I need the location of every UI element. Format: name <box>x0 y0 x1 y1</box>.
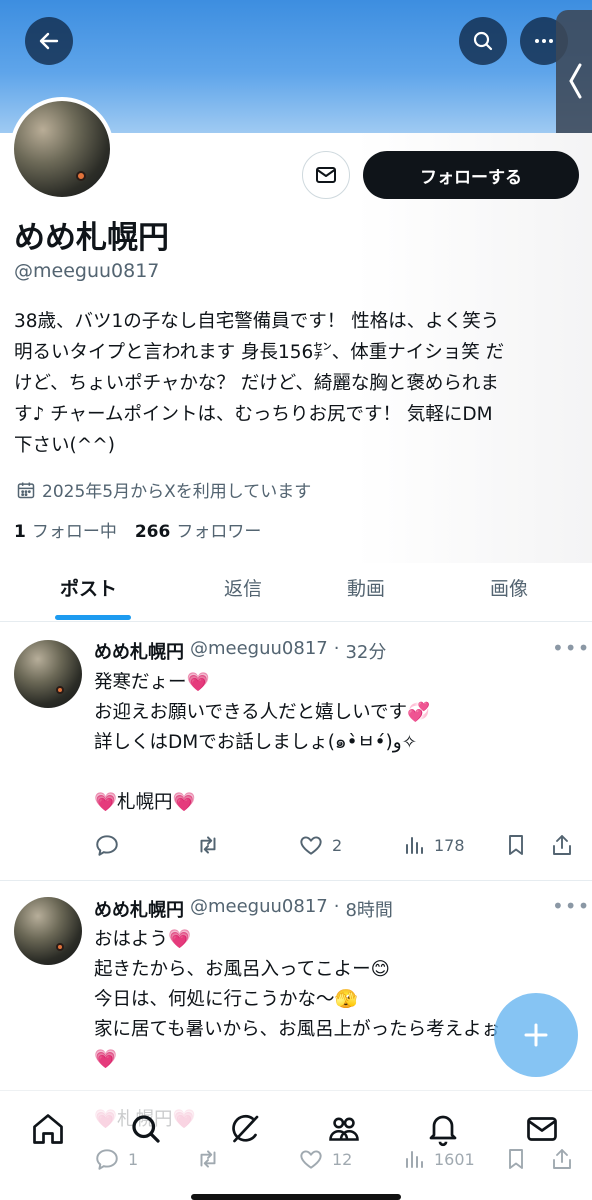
tweet-header: めめ札幌円 @meeguu0817 · 32分 <box>94 638 386 664</box>
tweet-dot-separator: · <box>333 638 340 659</box>
search-button[interactable] <box>459 17 507 65</box>
tweet-header: めめ札幌円 @meeguu0817 · 8時間 <box>94 896 393 922</box>
tab-images[interactable]: 画像 <box>490 574 528 601</box>
follow-button[interactable]: フォローする <box>363 151 579 199</box>
following-link[interactable]: 1 フォロー中 <box>14 517 117 542</box>
joined-text: 2025年5月からXを利用しています <box>42 482 312 502</box>
tweet-actions: 1 12 1601 <box>94 1146 584 1176</box>
reply-button[interactable]: 1 <box>94 1146 138 1172</box>
grok-icon[interactable] <box>227 1111 263 1147</box>
message-button[interactable] <box>302 151 350 199</box>
side-panel-handle[interactable] <box>556 10 592 152</box>
tweet-avatar[interactable] <box>14 640 82 708</box>
avatar-accent <box>56 943 64 951</box>
tab-videos[interactable]: 動画 <box>347 574 385 601</box>
joined-date: 2025年5月からXを利用しています <box>16 477 311 502</box>
profile-avatar[interactable] <box>10 97 114 201</box>
views-icon <box>406 837 423 854</box>
back-button[interactable] <box>25 17 73 65</box>
profile-bio: 38歳、バツ1の子なし自宅警備員です！ 性格は、よく笑う 明るいタイプと言われま… <box>14 311 505 456</box>
tweet-author-name[interactable]: めめ札幌円 <box>94 896 184 922</box>
reply-button[interactable] <box>94 832 128 858</box>
views-button[interactable]: 1601 <box>402 1146 475 1172</box>
following-label: フォロー中 <box>31 522 117 542</box>
profile-handle: @meeguu0817 <box>14 260 160 282</box>
share-button[interactable] <box>550 1146 574 1172</box>
like-button[interactable]: 12 <box>298 1146 352 1172</box>
bookmark-button[interactable] <box>504 832 528 858</box>
follow-stats: 1 フォロー中 266 フォロワー <box>14 517 261 542</box>
calendar-icon <box>17 482 35 498</box>
chevron-left-icon <box>569 63 582 99</box>
like-button[interactable]: 2 <box>298 832 342 858</box>
views-button[interactable]: 178 <box>402 832 465 858</box>
like-count: 12 <box>332 1149 353 1169</box>
tweet-avatar[interactable] <box>14 897 82 965</box>
search-icon <box>473 31 493 51</box>
retweet-button[interactable] <box>194 1146 230 1172</box>
home-indicator <box>191 1194 401 1200</box>
followers-label: フォロワー <box>176 522 262 542</box>
home-icon[interactable] <box>30 1111 66 1147</box>
profile-tabs: ポスト 返信 動画 画像 <box>0 562 592 622</box>
tab-posts[interactable]: ポスト <box>60 574 117 601</box>
bookmark-icon <box>509 1149 523 1169</box>
bookmark-icon <box>509 835 523 855</box>
notifications-icon[interactable] <box>425 1111 461 1147</box>
like-icon <box>300 836 322 855</box>
share-icon <box>553 835 571 855</box>
tweet-author-handle[interactable]: @meeguu0817 <box>190 638 328 664</box>
like-icon <box>300 1150 322 1169</box>
views-icon <box>406 1151 423 1168</box>
tab-replies[interactable]: 返信 <box>224 574 262 601</box>
like-count: 2 <box>332 835 343 855</box>
avatar-accent <box>76 171 86 181</box>
back-arrow-icon <box>39 32 59 50</box>
active-tab-indicator <box>55 615 131 620</box>
avatar-accent <box>56 686 64 694</box>
retweet-button[interactable] <box>194 832 230 858</box>
views-count: 1601 <box>434 1149 475 1169</box>
tweet-author-name[interactable]: めめ札幌円 <box>94 638 184 664</box>
tweet-actions: 2 178 <box>94 832 584 862</box>
following-count: 1 <box>14 522 26 542</box>
tweet-text: 発寒だょー💗 お迎えお願いできる人だと嬉しいです💞 詳しくはDMでお話しましょ(… <box>94 672 431 813</box>
compose-button[interactable] <box>494 993 578 1077</box>
tweet-time[interactable]: 8時間 <box>345 896 392 922</box>
tweet-time[interactable]: 32分 <box>345 638 386 664</box>
followers-link[interactable]: 266 フォロワー <box>135 517 262 542</box>
tweet-dot-separator: · <box>333 896 340 917</box>
communities-icon[interactable] <box>326 1111 362 1147</box>
retweet-icon <box>200 836 216 854</box>
views-count: 178 <box>434 835 465 855</box>
tweet-more-icon[interactable]: ••• <box>552 894 590 918</box>
reply-icon <box>96 835 118 856</box>
search-icon[interactable] <box>128 1111 164 1147</box>
reply-icon <box>96 1149 118 1170</box>
tweet-author-handle[interactable]: @meeguu0817 <box>190 896 328 922</box>
messages-icon[interactable] <box>524 1111 560 1147</box>
tweet-divider <box>0 880 592 881</box>
share-button[interactable] <box>550 832 574 858</box>
bookmark-button[interactable] <box>504 1146 528 1172</box>
tweet-more-icon[interactable]: ••• <box>552 636 590 660</box>
display-name: めめ札幌円 <box>14 220 169 256</box>
bottom-navigation: 1 12 1601 <box>0 1090 592 1200</box>
reply-count: 1 <box>128 1149 139 1169</box>
mail-icon <box>316 167 336 183</box>
share-icon <box>553 1149 571 1169</box>
followers-count: 266 <box>134 522 171 542</box>
more-dots-icon <box>535 39 553 43</box>
retweet-icon <box>200 1150 216 1168</box>
plus-icon <box>524 1023 548 1047</box>
